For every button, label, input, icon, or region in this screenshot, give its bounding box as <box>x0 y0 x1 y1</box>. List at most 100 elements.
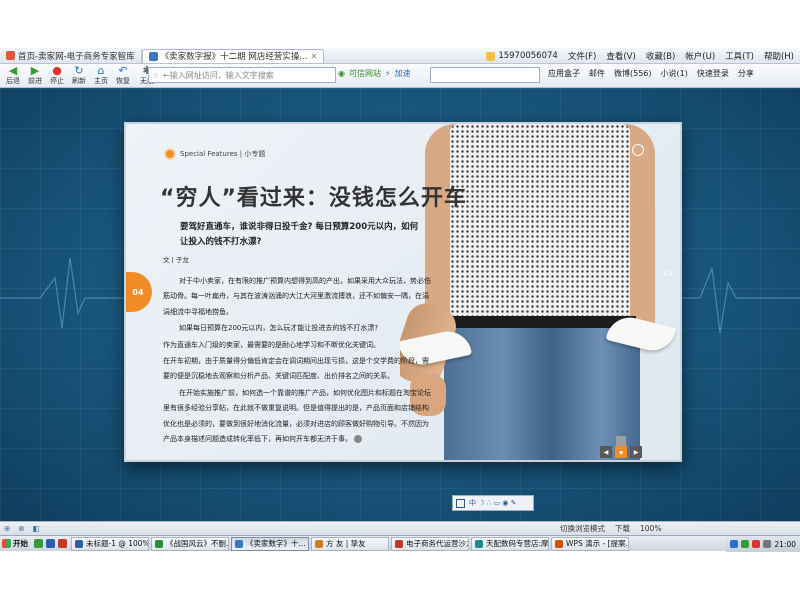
menu-account[interactable]: 帐户(U) <box>685 50 715 62</box>
taskbar-item[interactable]: 未标题-1 @ 100% (... <box>71 536 149 551</box>
speed-button[interactable]: 加速 <box>395 68 411 79</box>
status-right: 切换浏览模式 下载 100% <box>560 523 661 534</box>
cover-photo <box>400 124 680 460</box>
address-bar[interactable]: ☆ ←输入网址访问，输入文字搜索 <box>148 67 336 83</box>
app-icon <box>475 539 483 548</box>
refresh-button[interactable]: ↻ 刷新 <box>68 64 90 88</box>
paragraph: 如果每日预算在200元以内，怎么玩才能让投进去的钱不打水漂? <box>179 324 379 333</box>
status-left: ⊕ ⊗ ◧ <box>4 524 40 533</box>
paragraph: 对于中小卖家，在有限的推广预算内想得到高的产出，如果采用大众玩法，势必伤筋动骨。… <box>163 277 431 316</box>
search-input[interactable] <box>430 67 540 83</box>
system-tray: 21:00 <box>726 536 800 552</box>
favorite-star-icon[interactable]: ☆ <box>152 71 159 80</box>
os-taskbar: 开始 未标题-1 @ 100% (... 《战国风云》不删... 《卖家数字》十… <box>0 535 800 552</box>
reader-toolbar[interactable]: 中 ☽ ∴ ▭ ◉ ✎ <box>452 495 534 511</box>
status-bar: ⊕ ⊗ ◧ 切换浏览模式 下载 100% <box>0 521 800 535</box>
browse-mode-toggle[interactable]: 切换浏览模式 <box>560 523 605 534</box>
app-box-button[interactable]: 应用盒子 <box>548 68 580 79</box>
clock[interactable]: 21:00 <box>774 540 796 549</box>
tab-home[interactable]: 首页-卖家网-电子商务专家智库 <box>0 48 142 63</box>
status-icon: ⊗ <box>18 524 25 533</box>
compass-icon <box>632 144 644 156</box>
tray-icon[interactable] <box>730 540 739 548</box>
paragraph: 在开车初期，由于质量得分偏低肯定会在调词期间出现亏损，这是个交学费的阶段，需要的… <box>163 357 429 381</box>
article-headline: “穷人”看过来：没钱怎么开车 <box>160 186 467 211</box>
address-placeholder: ←输入网址访问，输入文字搜索 <box>163 70 274 80</box>
menu-file[interactable]: 文件(F) <box>568 50 597 62</box>
paragraph: 在开始实施推广前，如何选一个靠谱的推广产品，如何优化图片和标题在淘宝论坛里有很多… <box>163 388 431 444</box>
tab-label: 首页-卖家网-电子商务专家智库 <box>18 51 135 62</box>
tab-label: 《卖家数字报》十二期 网店经营实操... <box>160 52 308 62</box>
reader-mode-icon[interactable] <box>456 498 465 508</box>
tray-icon[interactable] <box>741 540 750 548</box>
next-page-button[interactable]: ▶ <box>630 446 642 458</box>
restore-icon: ↶ <box>118 64 128 77</box>
menu-tools[interactable]: 工具(T) <box>725 50 754 62</box>
prev-page-button[interactable]: ◀ <box>600 446 612 458</box>
avatar-icon <box>486 51 496 61</box>
quick-launch-icon[interactable] <box>58 539 67 548</box>
app-icon <box>155 539 163 548</box>
tab-bar: 首页-卖家网-电子商务专家智库 《卖家数字报》十二期 网店经营实操... ✕ 1… <box>0 48 800 64</box>
app-icon <box>395 539 403 548</box>
download-button[interactable]: 下载 <box>615 523 630 534</box>
menu-favorites[interactable]: 收藏(B) <box>646 50 675 62</box>
mail-button[interactable]: 邮件 <box>589 68 605 79</box>
menu-bar: 15970056074 文件(F) 查看(V) 收藏(B) 帐户(U) 工具(T… <box>486 48 794 64</box>
forward-arrow-icon: ▶ <box>30 64 40 77</box>
taskbar-item[interactable]: 《卖家数字》十... <box>231 536 309 551</box>
article-byline: 文 | 子龙 <box>163 256 189 264</box>
page-viewport: Special Features | 小专题 “穷人”看过来：没钱怎么开车 要驾… <box>0 88 800 521</box>
account-menu[interactable]: 15970056074 <box>486 51 558 61</box>
section-logo: Special Features | 小专题 <box>164 148 265 160</box>
tool-links: 应用盒子 邮件 微博(556) 小说(1) 快速登录 分享 <box>548 68 754 79</box>
page-navigation: ◀ ▪ ▶ <box>600 446 642 458</box>
quick-launch <box>30 539 71 548</box>
stop-button[interactable]: ● 停止 <box>46 64 68 88</box>
start-button[interactable]: 开始 <box>0 537 30 551</box>
restore-button[interactable]: ↶ 恢复 <box>112 64 134 88</box>
more-info-icon[interactable] <box>354 435 362 444</box>
speed-icon: ⚡ <box>384 69 391 78</box>
home-icon: ⌂ <box>97 64 105 77</box>
quick-launch-icon[interactable] <box>34 539 43 548</box>
share-button[interactable]: 分享 <box>738 68 754 79</box>
status-icon: ◧ <box>32 524 40 533</box>
page-number-tab: 04 <box>126 272 152 312</box>
tray-icon[interactable] <box>752 540 761 548</box>
tab-magazine[interactable]: 《卖家数字报》十二期 网店经营实操... ✕ <box>141 48 325 63</box>
home-button[interactable]: ⌂ 主页 <box>90 64 112 88</box>
back-button[interactable]: ◀ 后退 <box>2 64 24 88</box>
trust-indicator[interactable]: ◉ 可信网站 ⚡ 加速 <box>338 68 411 79</box>
app-icon <box>315 539 323 548</box>
quick-login-button[interactable]: 快速登录 <box>697 68 729 79</box>
forward-button[interactable]: ▶ 前进 <box>24 64 46 88</box>
volume-icon[interactable] <box>763 540 772 548</box>
page-marker <box>616 436 626 446</box>
zoom-level[interactable]: 100% <box>640 524 661 533</box>
corner-badge <box>628 144 644 156</box>
menu-help[interactable]: 帮助(H) <box>764 50 794 62</box>
back-arrow-icon: ◀ <box>8 64 18 77</box>
taskbar-item[interactable]: WPS 演示 - [提案... <box>551 536 629 551</box>
trust-shield-icon: ◉ <box>338 69 345 78</box>
stop-icon: ● <box>52 64 62 77</box>
novel-button[interactable]: 小说(1) <box>661 68 688 79</box>
section-title: Special Features | 小专题 <box>180 150 266 158</box>
app-icon <box>555 539 563 548</box>
paragraph: 作为直通车入门级的卖家，最需要的是耐心地学习和不断优化关键词。 <box>163 340 380 349</box>
menu-view[interactable]: 查看(V) <box>606 50 635 62</box>
taskbar-item[interactable]: 方 友 | 挚友 <box>311 536 389 551</box>
section-logo-icon <box>164 148 176 160</box>
close-tab-icon[interactable]: ✕ <box>310 52 317 61</box>
taskbar-item[interactable]: 《战国风云》不删... <box>151 536 229 551</box>
quick-launch-icon[interactable] <box>46 539 55 548</box>
side-page-indicator: 1/4 <box>662 270 674 278</box>
current-page-button[interactable]: ▪ <box>615 446 627 458</box>
reader-tools[interactable]: 中 ☽ ∴ ▭ ◉ ✎ <box>469 498 516 508</box>
article-body: 对于中小卖家，在有限的推广预算内想得到高的产出，如果采用大众玩法，势必伤筋动骨。… <box>163 274 435 448</box>
weibo-button[interactable]: 微博(556) <box>614 68 652 79</box>
taskbar-item[interactable]: 天配数码专营店:摩... <box>471 536 549 551</box>
taskbar-item[interactable]: 电子商务代运营沙龙 <box>391 536 469 551</box>
refresh-icon: ↻ <box>74 64 84 77</box>
